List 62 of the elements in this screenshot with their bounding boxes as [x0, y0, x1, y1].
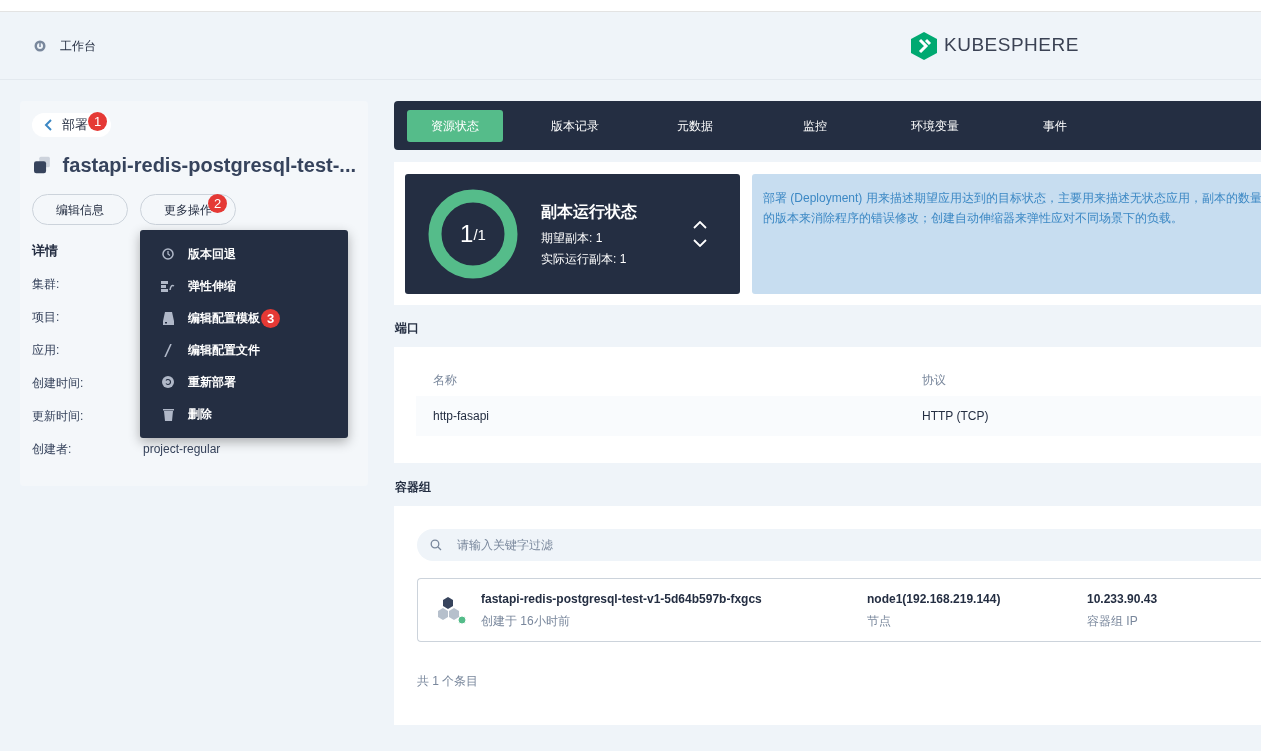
scale-icon [161, 280, 175, 292]
tab[interactable]: 事件 [1007, 109, 1103, 142]
detail-key: 项目: [32, 307, 143, 326]
menu-item[interactable]: 重新部署 [140, 366, 348, 398]
pod-name[interactable]: fastapi-redis-postgresql-test-v1-5d64b597b-fxgcs [481, 590, 867, 608]
globe-icon [34, 39, 46, 52]
ports-title: 端口 [395, 320, 420, 337]
trash-icon [162, 407, 174, 421]
detail-key: 集群: [32, 274, 143, 293]
table-cell-text: http-fasapi [432, 408, 491, 425]
chevron-up-icon[interactable] [693, 220, 707, 229]
detail-value: project-regular [143, 440, 221, 458]
column-header: 名称 [432, 371, 458, 389]
table-cell-text: HTTP (TCP) [922, 408, 989, 425]
node-value: node1(192.168.219.144) [867, 591, 1002, 608]
back-icon [44, 119, 52, 131]
logo-text: KUBESPHERE [944, 33, 1079, 58]
action-button[interactable]: 编辑信息 [32, 194, 128, 225]
detail-key: 更新时间: [32, 406, 143, 425]
back-button[interactable]: 部署 1 [32, 113, 111, 137]
pen-icon [164, 343, 172, 357]
ip-label: 容器组 IP [1087, 613, 1139, 630]
detail-key: 应用: [32, 340, 143, 359]
detail-key: 创建时间: [32, 373, 143, 392]
step-badge: 3 [261, 308, 280, 328]
menu-item[interactable]: 编辑配置模板 3 [140, 302, 348, 334]
ip-value: 10.233.90.43 [1087, 591, 1158, 608]
replica-count: 1 [460, 218, 474, 249]
total-count: 共 1 个条目 [417, 673, 480, 690]
pods-title: 容器组 [395, 479, 432, 496]
workbench-link[interactable]: 工作台 [60, 36, 96, 55]
redeploy-icon [162, 376, 174, 388]
step-badge: 1 [88, 112, 107, 132]
column-header: 协议 [922, 371, 946, 389]
menu-item[interactable]: 版本回退 [140, 238, 348, 270]
clock-icon [162, 248, 174, 260]
replica-title: 副本运行状态 [541, 201, 637, 222]
menu-item[interactable]: 删除 [140, 398, 348, 430]
replica-total: /1 [473, 226, 486, 246]
pod-row[interactable]: fastapi-redis-postgresql-test-v1-5d64b597b-fxgcs 创建于 16小时前 node1(192.168.219.144) 节点 10.233.90.43 容器组 IP [417, 578, 1261, 642]
description-line: 的版本来消除程序的错误修改；创建自动伸缩器来弹性应对不同场景下的负载。 [763, 209, 1183, 227]
tab[interactable]: 监控 [767, 109, 863, 142]
detail-key: 创建者: [32, 439, 143, 458]
node-label: 节点 [867, 613, 892, 630]
menu-item[interactable]: 弹性伸缩 [140, 270, 348, 302]
pod-icon [437, 595, 467, 625]
deployment-title: fastapi-redis-postgresql-test-... [62, 153, 356, 178]
tab[interactable]: 版本记录 [527, 109, 623, 142]
pod-created: 创建于 16小时前 [481, 613, 571, 630]
tab[interactable]: 元数据 [647, 109, 743, 142]
logo-icon [911, 31, 937, 60]
tab[interactable]: 环境变量 [887, 109, 983, 142]
chevron-down-icon[interactable] [693, 238, 707, 247]
description-line: 部署 (Deployment) 用来描述期望应用达到的目标状态，主要用来描述无状态应用，副本的数量 [763, 189, 1261, 207]
menu-item[interactable]: 编辑配置文件 [140, 334, 348, 366]
details-title: 详情 [32, 242, 58, 260]
deployment-icon [34, 154, 51, 176]
running-replicas: 实际运行副本: 1 [541, 250, 628, 268]
desired-replicas: 期望副本: 1 [541, 229, 604, 247]
back-label: 部署 [62, 116, 88, 135]
search-icon [430, 539, 442, 551]
search-field[interactable]: 请输入关键字过滤 [417, 529, 1261, 561]
